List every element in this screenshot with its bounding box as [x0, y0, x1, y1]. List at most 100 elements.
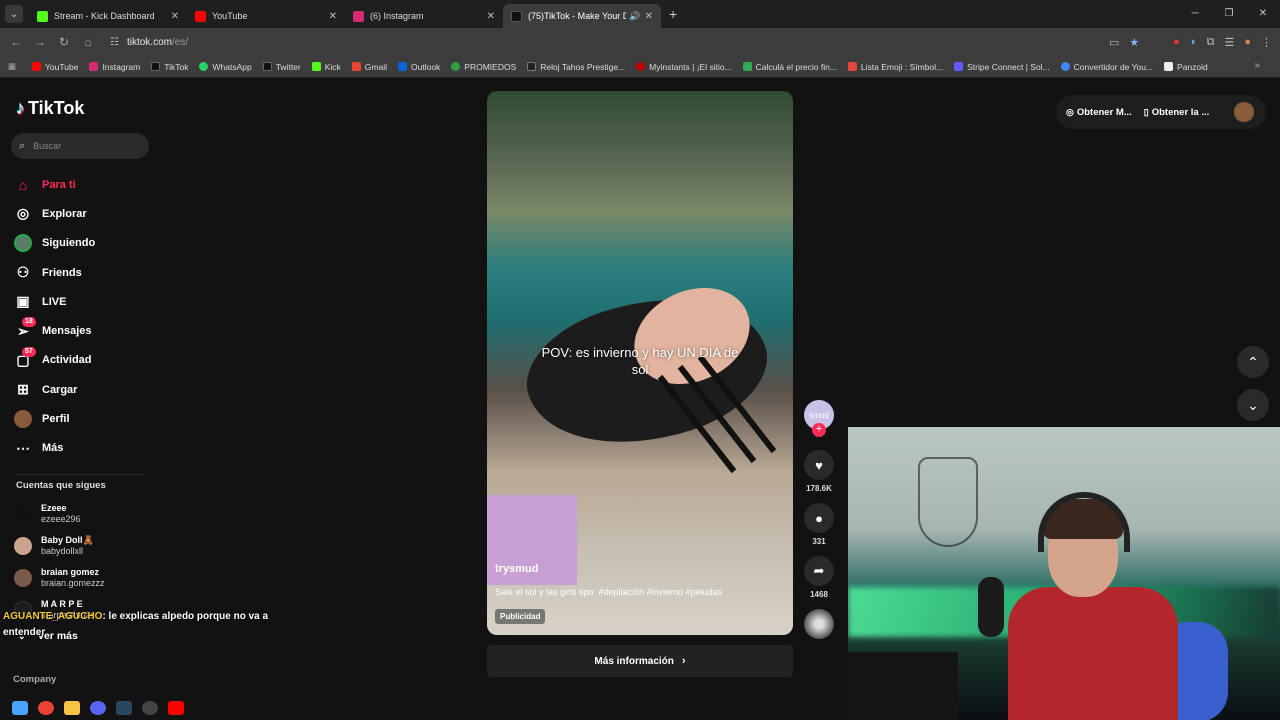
bookmark-label: Outlook	[411, 61, 441, 72]
site-info-icon[interactable]: ☷	[110, 37, 119, 48]
back-icon[interactable]: ←	[4, 35, 28, 49]
tab-tiktok[interactable]: (75)TikTok - Make Your Day 🔊 ✕	[503, 4, 661, 28]
restore-icon[interactable]: ❐	[1212, 0, 1246, 28]
previous-video-button[interactable]: ⌃	[1237, 346, 1269, 378]
bookmark-item[interactable]: Lista Emoji : Símbol...	[847, 62, 943, 72]
user-avatar[interactable]	[1234, 102, 1254, 122]
discord-icon[interactable]	[90, 701, 106, 715]
bookmark-item[interactable]: Twitter	[262, 62, 301, 72]
video-username[interactable]: trysmud	[495, 563, 538, 575]
bookmark-item[interactable]: YouTube	[32, 62, 78, 72]
windows-icon[interactable]	[12, 701, 28, 715]
extensions-icon[interactable]: ⧉	[1207, 36, 1215, 49]
sidebar-item-friends[interactable]: ⚇ Friends	[14, 258, 95, 287]
bookmark-item[interactable]: Kick	[311, 62, 341, 72]
kick-icon	[37, 10, 48, 22]
home-nav-icon[interactable]: ⌂	[76, 35, 100, 49]
obs-icon[interactable]	[142, 701, 158, 715]
following-account[interactable]: Ezeee ezeee296	[14, 498, 105, 530]
tiktok-logo[interactable]: ♪ TikTok	[16, 98, 84, 119]
extension-red-icon[interactable]: ●	[1173, 36, 1180, 48]
reload-icon[interactable]: ↻	[52, 35, 76, 49]
address-bar-row: ← → ↻ ⌂ ☷ tiktok.com/es/ ▭ ★ ● ◗ ⧉ ☰ ● ⋮	[0, 28, 1280, 56]
following-account[interactable]: Baby Doll🧸 babydollxll	[14, 530, 105, 562]
tab-instagram[interactable]: (6) Instagram ✕	[345, 4, 503, 28]
close-icon[interactable]: ✕	[487, 11, 495, 22]
bookmark-item[interactable]: Calculá el precio fin...	[742, 62, 837, 72]
creator-avatar[interactable]: smud +	[804, 400, 834, 437]
steam-icon[interactable]	[116, 701, 132, 715]
bookmark-item[interactable]: Stripe Connect | Sol...	[954, 62, 1050, 72]
sidebar-item-live[interactable]: ▣ LIVE	[14, 287, 95, 316]
bookmark-item[interactable]: Convertidor de You...	[1060, 62, 1153, 72]
comment-button[interactable]: ● 331	[804, 503, 834, 546]
youtube-app-icon[interactable]	[168, 701, 184, 715]
video-player[interactable]: POV: es invierno y hay UN DIA de sol try…	[487, 91, 793, 635]
menu-icon[interactable]: ⋮	[1261, 36, 1272, 49]
bookmark-item[interactable]: Panzoid	[1164, 62, 1208, 72]
outlook-icon	[398, 62, 407, 71]
cast-icon[interactable]: ▭	[1109, 36, 1119, 49]
close-icon[interactable]: ✕	[171, 11, 179, 22]
tab-search-button[interactable]: ⌄	[5, 5, 23, 23]
profile-icon[interactable]: ●	[1244, 36, 1251, 48]
speaker-icon[interactable]: 🔊	[629, 11, 640, 22]
company-link[interactable]: Company	[13, 674, 56, 685]
tab-youtube[interactable]: YouTube ✕	[187, 4, 345, 28]
tab-kick[interactable]: Stream - Kick Dashboard ✕	[29, 4, 187, 28]
get-app-button[interactable]: ▯ Obtener la ...	[1144, 107, 1210, 118]
sidebar-item-label: Perfil	[42, 413, 70, 426]
more-bookmarks-icon[interactable]: »	[1254, 60, 1260, 71]
bookmark-item[interactable]: Reloj Tahos Prestige...	[527, 62, 625, 72]
comment-count: 331	[812, 537, 826, 546]
share-button[interactable]: ➦ 1468	[804, 556, 834, 599]
minimize-icon[interactable]: ─	[1178, 0, 1212, 28]
music-disc[interactable]	[804, 609, 834, 639]
like-button[interactable]: ♥ 178.6K	[804, 450, 834, 493]
apps-icon[interactable]: ▦	[8, 61, 16, 72]
reading-list-icon[interactable]: ☰	[1224, 36, 1234, 49]
forward-icon[interactable]: →	[28, 35, 52, 49]
bookmark-label: WhatsApp	[212, 61, 252, 72]
search-input[interactable]: ⌕ Buscar	[11, 133, 149, 159]
account-handle: babydollxll	[41, 546, 84, 556]
bookmark-label: Myinstants | ¡El sitio...	[649, 61, 732, 72]
sidebar-item-explorar[interactable]: ◎ Explorar	[14, 199, 95, 228]
youtube-icon	[32, 62, 42, 71]
sidebar-item-siguiendo[interactable]: Siguiendo	[14, 229, 95, 258]
bookmark-item[interactable]: Gmail	[351, 62, 387, 72]
bookmark-item[interactable]: WhatsApp	[199, 61, 252, 72]
next-video-button[interactable]: ⌄	[1237, 389, 1269, 421]
close-icon[interactable]: ✕	[329, 11, 337, 22]
tab-label: (75)TikTok - Make Your Day	[528, 11, 627, 21]
folder-icon[interactable]	[64, 701, 80, 715]
bookmark-item[interactable]: Myinstants | ¡El sitio...	[636, 62, 732, 72]
chrome-icon[interactable]	[38, 701, 54, 715]
bookmark-item[interactable]: TikTok	[151, 62, 188, 72]
sidebar-item-cargar[interactable]: ⊞ Cargar	[14, 375, 95, 404]
following-account[interactable]: braian gomez braian.gomezzz	[14, 562, 105, 594]
follow-plus-icon[interactable]: +	[812, 423, 826, 437]
sidebar-item-perfil[interactable]: Perfil	[14, 404, 95, 433]
more-info-button[interactable]: Más información ›	[487, 645, 793, 677]
bookmark-item[interactable]: PROMIEDOS	[451, 62, 516, 72]
url-field[interactable]: ☷ tiktok.com/es/	[104, 31, 1064, 53]
sidebar-item-label: LIVE	[42, 295, 67, 308]
sidebar-item-para-ti[interactable]: ⌂ Para ti	[14, 170, 95, 199]
tiktok-icon	[511, 10, 522, 22]
window-close-icon[interactable]: ✕	[1246, 0, 1280, 28]
sidebar-item-mensajes[interactable]: ➢ 18 Mensajes	[14, 316, 95, 345]
new-tab-icon[interactable]: +	[669, 6, 677, 22]
bookmark-item[interactable]: Instagram	[89, 62, 140, 72]
sidebar-item-mas[interactable]: ⋯ Más	[14, 434, 95, 463]
tiktok-note-icon: ♪	[16, 98, 25, 118]
bookmark-item[interactable]: Outlook	[398, 62, 440, 72]
get-coins-button[interactable]: ◎ Obtener M...	[1066, 107, 1132, 118]
url-path: /es/	[171, 36, 189, 48]
creator-label: smud	[809, 410, 829, 420]
bookmark-star-icon[interactable]: ★	[1129, 36, 1139, 49]
activity-badge: 57	[22, 346, 36, 357]
close-icon[interactable]: ✕	[645, 11, 653, 22]
extension-audio-icon[interactable]: ◗	[1190, 36, 1197, 48]
sidebar-item-actividad[interactable]: ▢ 57 Actividad	[14, 346, 95, 375]
